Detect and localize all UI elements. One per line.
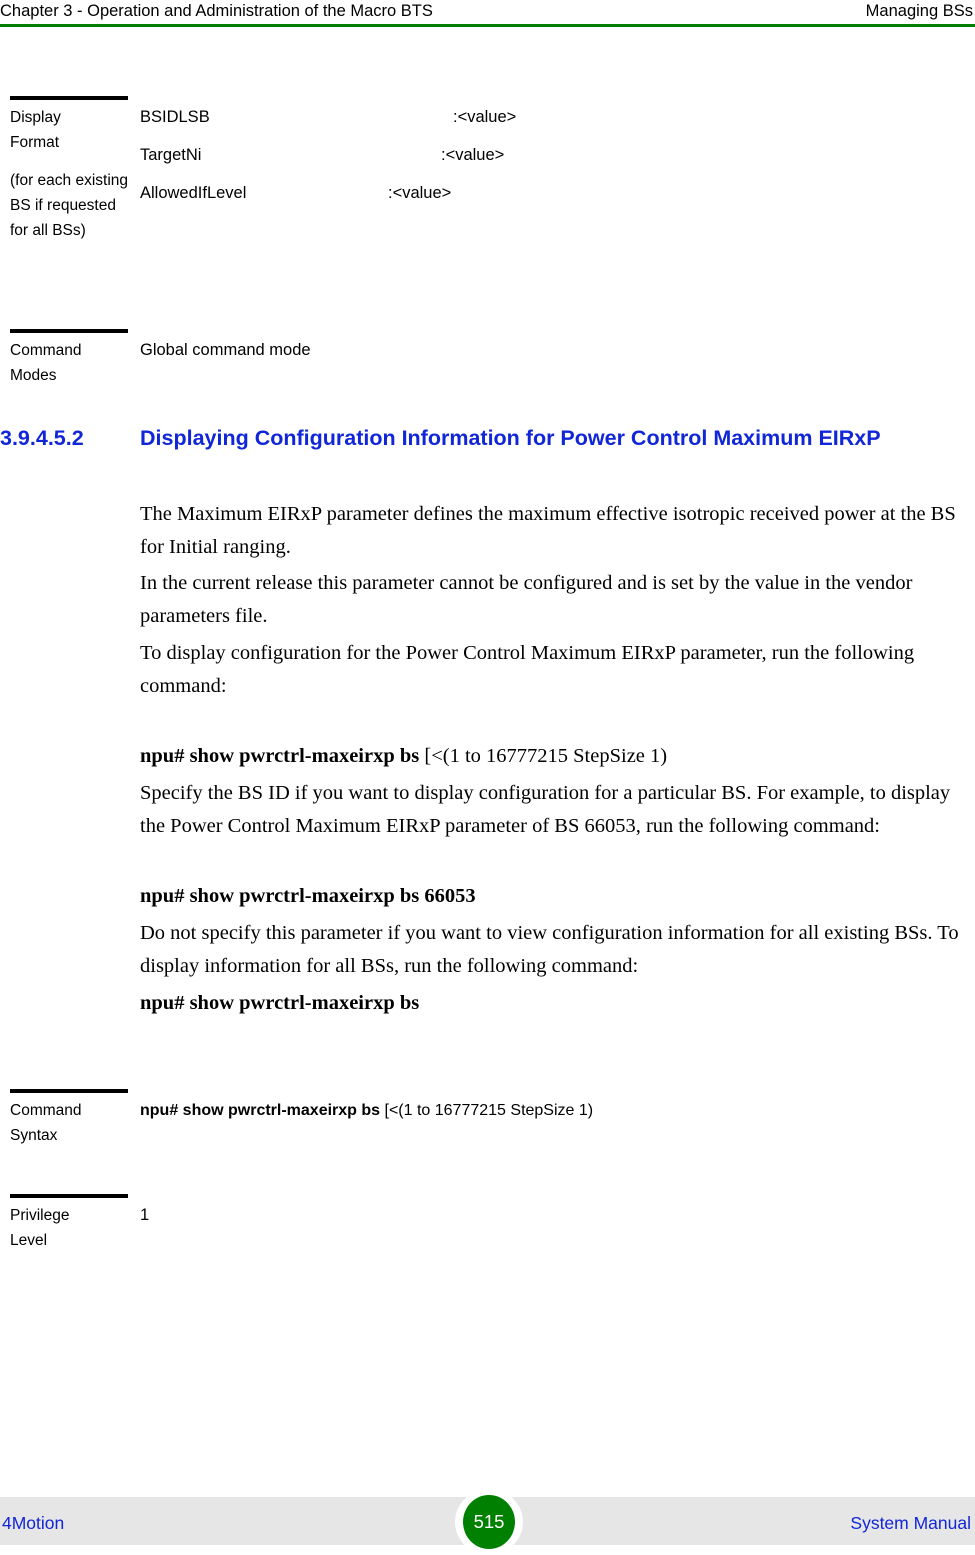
section-number: 3.9.4.5.2: [0, 426, 84, 450]
command-modes-label: Command Modes: [10, 338, 132, 388]
command-syntax-bold-part: npu# show pwrctrl-maxeirxp bs: [140, 1102, 381, 1119]
display-format-label: Display Format (for each existing BS if …: [10, 105, 132, 243]
format-field-name: AllowedIfLevel: [140, 184, 247, 202]
command-plain-part: [<(1 to 16777215 StepSize 1): [419, 745, 668, 767]
paragraph-max-eirxp-definition: The Maximum EIRxP parameter defines the …: [140, 503, 956, 558]
paragraph-specify-bs-id: Specify the BS ID if you want to display…: [140, 782, 951, 837]
table-top-rule: [10, 1089, 128, 1093]
display-format-label-line2: Format: [10, 134, 60, 151]
command-syntax-label-line2: Syntax: [10, 1127, 58, 1144]
paragraph-display-config-intro: To display configuration for the Power C…: [140, 642, 915, 697]
command-line-all-bss: npu# show pwrctrl-maxeirxp bs: [140, 992, 420, 1014]
format-row: TargetNi :<value>: [140, 143, 960, 181]
paragraph-all-bss: Do not specify this parameter if you wan…: [140, 922, 959, 977]
privilege-level-value: 1: [140, 1206, 150, 1224]
format-field-name: TargetNi: [140, 146, 202, 164]
paragraph-current-release-note: In the current release this parameter ca…: [140, 572, 913, 627]
table-top-rule: [10, 1194, 128, 1198]
page-number-badge: 515: [463, 1495, 515, 1549]
format-field-value: :<value>: [441, 146, 505, 164]
header-section-title: Managing BSs: [865, 2, 973, 20]
privilege-level-label-line1: Privilege: [10, 1207, 70, 1224]
table-top-rule: [10, 329, 128, 333]
command-modes-label-line1: Command: [10, 342, 82, 359]
page-header: Chapter 3 - Operation and Administration…: [0, 0, 975, 30]
privilege-level-label: Privilege Level: [10, 1203, 132, 1253]
command-syntax-label: Command Syntax: [10, 1098, 132, 1148]
command-modes-value: Global command mode: [140, 341, 311, 359]
header-chapter-title: Chapter 3 - Operation and Administration…: [0, 2, 433, 20]
display-format-label-note: (for each existing BS if requested for a…: [10, 172, 129, 239]
table-top-rule: [10, 96, 128, 100]
page-footer: 4Motion 515 System Manual: [0, 1489, 975, 1555]
footer-product-name: 4Motion: [2, 1513, 65, 1533]
command-syntax-plain-part: [<(1 to 16777215 StepSize 1): [380, 1102, 594, 1119]
section-heading: 3.9.4.5.2 Displaying Configuration Infor…: [0, 423, 975, 453]
footer-manual-name: System Manual: [850, 1513, 971, 1533]
format-field-value: :<value>: [388, 184, 452, 202]
privilege-level-label-line2: Level: [10, 1232, 48, 1249]
format-row: AllowedIfLevel :<value>: [140, 181, 960, 219]
command-syntax-label-line1: Command: [10, 1102, 82, 1119]
command-line-example-66053: npu# show pwrctrl-maxeirxp bs 66053: [140, 885, 476, 907]
command-modes-label-line2: Modes: [10, 367, 57, 384]
command-bold-part: npu# show pwrctrl-maxeirxp bs: [140, 745, 420, 767]
format-field-value: :<value>: [453, 108, 517, 126]
command-line-generic: npu# show pwrctrl-maxeirxp bs [<(1 to 16…: [140, 740, 970, 773]
format-field-name: BSIDLSB: [140, 108, 210, 126]
command-syntax-line: npu# show pwrctrl-maxeirxp bs [<(1 to 16…: [140, 1098, 960, 1123]
display-format-label-line1: Display: [10, 109, 61, 126]
display-format-value: BSIDLSB :<value> TargetNi :<value> Allow…: [140, 105, 960, 219]
header-divider-rule: [0, 24, 975, 27]
format-row: BSIDLSB :<value>: [140, 105, 960, 143]
command-syntax-value: npu# show pwrctrl-maxeirxp bs [<(1 to 16…: [140, 1098, 960, 1123]
section-title: Displaying Configuration Information for…: [140, 426, 881, 450]
